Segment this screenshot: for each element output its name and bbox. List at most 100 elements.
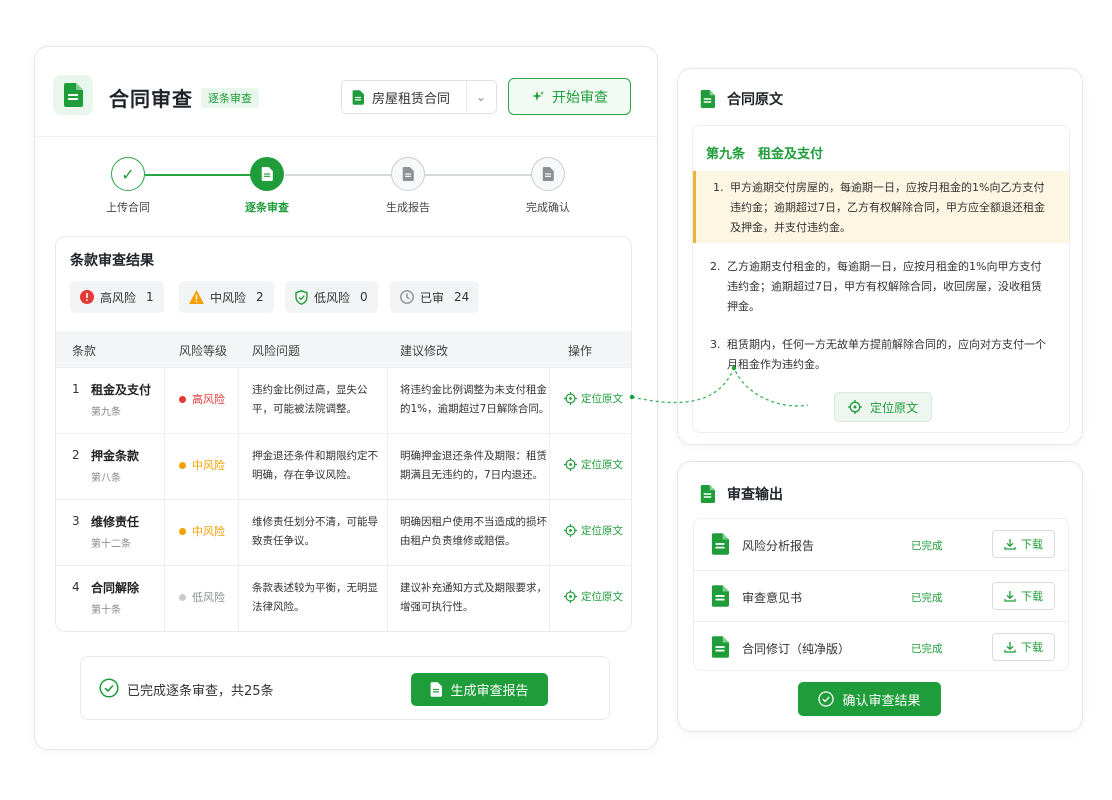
- document-icon: [700, 485, 715, 503]
- step-upload[interactable]: ✓ 上传合同: [88, 157, 168, 215]
- locate-original-button[interactable]: 定位原文: [834, 392, 932, 422]
- panel-header: 合同原文: [700, 89, 783, 109]
- generate-report-button[interactable]: 生成审查报告: [411, 673, 548, 706]
- suggestion: 明确押金退还条件及期限：租赁期满且无违约的，7日内退还。: [400, 450, 547, 481]
- start-review-label: 开始审查: [552, 89, 608, 106]
- download-label: 下载: [1021, 641, 1043, 654]
- locate-original-button[interactable]: 定位原文: [564, 391, 623, 406]
- suggestion: 明确因租户使用不当造成的损坏由租户负责维修或赔偿。: [400, 516, 547, 547]
- panel-title: 合同原文: [727, 92, 783, 108]
- results-title: 条款审查结果: [70, 253, 154, 269]
- document-icon: [431, 682, 443, 697]
- step-confirm[interactable]: 完成确认: [508, 157, 588, 215]
- risk-label: 低风险: [192, 591, 225, 604]
- column-header: 建议修改: [400, 344, 449, 358]
- list-item: 风险分析报告 已完成 下载: [694, 519, 1068, 570]
- risk-level: 低风险: [179, 589, 225, 605]
- table-row[interactable]: 1 租金及支付 第九条 高风险 违约金比例过高，显失公平，可能被法院调整。 将违…: [56, 367, 631, 433]
- crosshair-icon: [564, 392, 577, 405]
- clause-text: 乙方逾期支付租金的，每逾期一日，应按月租金的1%向甲方支付违约金；逾期超过7日，…: [727, 260, 1042, 313]
- step-review[interactable]: 逐条审查: [227, 157, 307, 215]
- select-divider: [466, 81, 467, 113]
- summary-label: 中风险: [210, 290, 247, 305]
- summary-count: 24: [454, 290, 470, 304]
- document-icon: [352, 89, 364, 105]
- clock-icon: [400, 290, 414, 304]
- download-icon: [1004, 642, 1016, 653]
- clause-section: 第十条: [91, 605, 121, 616]
- completion-bar: 已完成逐条审查，共25条 生成审查报告: [80, 656, 610, 720]
- list-item: 合同修订（纯净版） 已完成 下载: [694, 621, 1068, 670]
- summary-label: 已审: [420, 290, 445, 305]
- app-logo: [53, 75, 93, 115]
- review-output-panel: 审查输出 风险分析报告 已完成 下载 审查意见书 已完成 下载 合同修订（纯净版…: [677, 461, 1083, 732]
- row-index: 4: [72, 580, 80, 594]
- results-card: 条款审查结果 高风险 1 中风险 2 低风险 0 已审 24 条款 风险等级 风…: [55, 236, 632, 632]
- step-label: 完成确认: [526, 201, 570, 214]
- original-text-box: 第九条 租金及支付 1. 甲方逾期交付房屋的，每逾期一日，应按月租金的1%向乙方…: [692, 125, 1070, 433]
- clause[interactable]: 2. 乙方逾期支付租金的，每逾期一日，应按月租金的1%向甲方支付违约金；逾期超过…: [693, 257, 1069, 319]
- step-label: 上传合同: [106, 201, 150, 214]
- suggestion: 将违约金比例调整为未支付租金的1%，逾期超过7日解除合同。: [400, 384, 550, 415]
- table-row[interactable]: 3 维修责任 第十二条 中风险 维修责任划分不清，可能导致责任争议。 明确因租户…: [56, 499, 631, 565]
- summary-count: 2: [256, 290, 264, 304]
- clause-section: 第八条: [91, 473, 121, 484]
- risk-level: 中风险: [179, 457, 225, 473]
- risk-label: 高风险: [192, 393, 225, 406]
- start-review-button[interactable]: 开始审查: [508, 78, 631, 115]
- clause-highlighted[interactable]: 1. 甲方逾期交付房屋的，每逾期一日，应按月租金的1%向乙方支付违约金；逾期超过…: [693, 171, 1069, 243]
- check-circle-icon: [99, 678, 119, 698]
- document-icon: [711, 533, 729, 555]
- chevron-down-icon[interactable]: ⌄: [476, 90, 486, 104]
- column-divider: [387, 434, 388, 499]
- list-item: 审查意见书 已完成 下载: [694, 570, 1068, 621]
- summary-reviewed[interactable]: 已审 24: [390, 281, 480, 313]
- table-row[interactable]: 2 押金条款 第八条 中风险 押金退还条件和期限约定不明确，存在争议风险。 明确…: [56, 433, 631, 499]
- progress-stepper: ✓ 上传合同 逐条审查 生成报告 完成确认: [35, 157, 657, 217]
- risk-problem: 押金退还条件和期限约定不明确，存在争议风险。: [252, 450, 378, 481]
- step-label: 逐条审查: [245, 201, 289, 214]
- output-name: 合同修订（纯净版）: [742, 642, 851, 656]
- row-index: 1: [72, 382, 80, 396]
- locate-original-button[interactable]: 定位原文: [564, 457, 623, 472]
- locate-original-button[interactable]: 定位原文: [564, 523, 623, 538]
- locate-original-button[interactable]: 定位原文: [564, 589, 623, 604]
- clause[interactable]: 3. 租赁期内，任何一方无故单方提前解除合同的，应向对方支付一个月租金作为违约金…: [693, 335, 1069, 377]
- summary-label: 高风险: [100, 290, 137, 305]
- risk-label: 中风险: [192, 525, 225, 538]
- download-button[interactable]: 下载: [992, 530, 1055, 558]
- document-icon: [250, 157, 284, 191]
- row-index: 3: [72, 514, 80, 528]
- table-row[interactable]: 4 合同解除 第十条 低风险 条款表述较为平衡，无明显法律风险。 建议补充通知方…: [56, 565, 631, 631]
- download-button[interactable]: 下载: [992, 633, 1055, 661]
- column-divider: [387, 368, 388, 433]
- contract-select[interactable]: 房屋租赁合同 ⌄: [341, 80, 497, 114]
- summary-high-risk[interactable]: 高风险 1: [70, 281, 164, 313]
- summary-medium-risk[interactable]: 中风险 2: [179, 281, 274, 313]
- clause-name: 合同解除: [91, 581, 140, 595]
- download-button[interactable]: 下载: [992, 582, 1055, 610]
- panel-header: 审查输出: [700, 484, 783, 504]
- risk-problem: 条款表述较为平衡，无明显法律风险。: [252, 582, 378, 613]
- risk-dot: [179, 461, 186, 469]
- step-report[interactable]: 生成报告: [368, 157, 448, 215]
- risk-label: 中风险: [192, 459, 225, 472]
- clause-name: 维修责任: [91, 515, 140, 529]
- column-divider: [238, 500, 239, 565]
- check-icon: ✓: [111, 157, 145, 191]
- confirm-results-button[interactable]: 确认审查结果: [798, 682, 941, 716]
- column-divider: [164, 566, 165, 631]
- column-divider: [238, 434, 239, 499]
- document-icon: [711, 636, 729, 658]
- clause-number: 1.: [713, 181, 724, 194]
- document-icon: [711, 585, 729, 607]
- column-divider: [387, 566, 388, 631]
- document-icon: [700, 90, 715, 108]
- download-icon: [1004, 591, 1016, 602]
- summary-low-risk[interactable]: 低风险 0: [285, 281, 378, 313]
- warning-triangle-icon: [189, 290, 204, 304]
- crosshair-icon: [564, 458, 577, 471]
- article-title: 第九条 租金及支付: [706, 147, 824, 162]
- column-divider: [164, 434, 165, 499]
- column-divider: [164, 500, 165, 565]
